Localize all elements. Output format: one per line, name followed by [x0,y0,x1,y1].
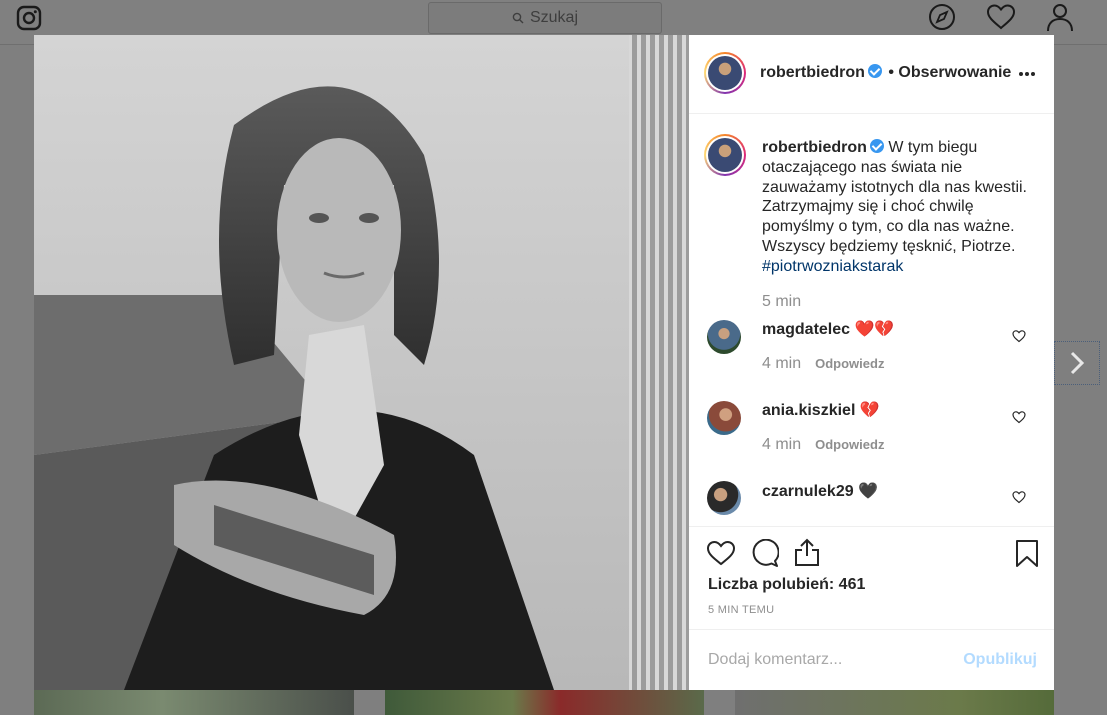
post-author-username[interactable]: robertbiedron [760,64,865,81]
avatar[interactable] [707,320,741,354]
caption-time[interactable]: 5 min [762,292,1034,312]
likes-count[interactable]: Liczba polubień: 461 [708,576,865,594]
comment-text: ❤️💔 [854,321,895,338]
comment-username[interactable]: czarnulek29 [762,483,854,500]
chevron-right-icon [1070,351,1085,375]
comment-like-icon[interactable] [1012,490,1026,504]
comment-like-icon[interactable] [1012,410,1026,424]
verified-badge-icon [869,139,884,153]
profile-icon[interactable] [1045,2,1075,32]
comment-username[interactable]: ania.kiszkiel [762,402,855,419]
background-thumbnail[interactable] [735,690,1054,715]
caption-text: W tym biegu otaczającego nas świata nie … [762,139,1027,255]
comment-icon[interactable] [749,539,779,567]
post-caption: robertbiedron W tym biegu otaczającego n… [762,138,1034,311]
avatar[interactable] [704,52,746,94]
reply-button[interactable]: Odpowiedz [815,356,884,371]
share-icon[interactable] [793,537,821,567]
list-item: magdatelec ❤️💔 4 min Odpowiedz [762,319,1002,373]
next-post-button[interactable] [1054,341,1100,385]
comment-like-icon[interactable] [1012,329,1026,343]
post-timestamp[interactable]: 5 MIN TEMU [708,604,774,616]
post-actions: Liczba polubień: 461 5 MIN TEMU [689,526,1054,631]
post-author-row: robertbiedron • Obserwowanie [760,64,1011,82]
background-thumbnail[interactable] [34,690,354,715]
publish-button[interactable]: Opublikuj [963,651,1037,669]
avatar[interactable] [704,134,746,176]
verified-badge-icon [867,64,882,78]
add-comment-bar: Dodaj komentarz... Opublikuj [689,629,1054,691]
comment-time[interactable]: 4 min [762,355,801,372]
post-detail-panel: robertbiedron • Obserwowanie robertbiedr… [689,35,1054,690]
compass-icon[interactable] [927,2,957,32]
reply-button[interactable]: Odpowiedz [815,437,884,452]
following-button[interactable]: • Obserwowanie [888,64,1011,81]
comment-text: 💔 [859,402,880,419]
list-item: ania.kiszkiel 💔 4 min Odpowiedz [762,400,1002,454]
comment-username[interactable]: magdatelec [762,321,850,338]
avatar[interactable] [707,401,741,435]
background-thumbnail[interactable] [385,690,704,715]
search-icon [512,12,524,24]
comment-input[interactable]: Dodaj komentarz... [708,651,842,669]
search-placeholder: Szukaj [529,9,579,26]
heart-icon[interactable] [986,2,1016,32]
list-item: czarnulek29 🖤 [762,481,1002,501]
bookmark-icon[interactable] [1015,539,1039,568]
comment-text: 🖤 [858,483,878,500]
comments-list[interactable]: robertbiedron W tym biegu otaczającego n… [689,114,1054,526]
avatar[interactable] [707,481,741,515]
search-input[interactable]: Szukaj [428,2,662,34]
instagram-logo-icon[interactable] [16,5,42,31]
more-options-icon[interactable] [1018,71,1036,77]
comment-time[interactable]: 4 min [762,436,801,453]
post-header: robertbiedron • Obserwowanie [689,35,1054,114]
like-icon[interactable] [706,539,736,567]
caption-username[interactable]: robertbiedron [762,139,867,156]
caption-hashtag[interactable]: #piotrwozniakstarak [762,258,903,275]
post-image [34,35,689,690]
